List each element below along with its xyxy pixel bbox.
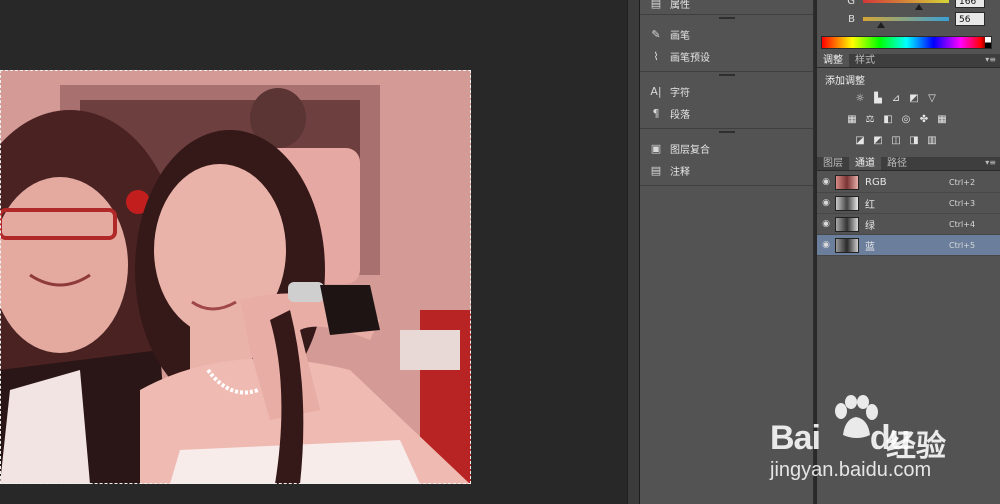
channel-name: RGB — [865, 176, 887, 188]
channel-shortcut: Ctrl+3 — [949, 198, 976, 208]
color-spectrum-bar[interactable] — [821, 36, 992, 49]
brush-panel-button[interactable]: ✎ 画笔 — [640, 23, 813, 45]
invert-icon[interactable]: ◪ — [853, 133, 867, 147]
properties-label: 属性 — [670, 0, 690, 11]
adjustments-tabbar: 调整 样式 ▾≡ — [817, 54, 1000, 68]
channels-list: ◉ RGB Ctrl+2 ◉ 红 Ctrl+3 ◉ 绿 Ctrl+4 ◉ 蓝 C… — [817, 172, 1000, 256]
channel-name: 绿 — [865, 220, 875, 232]
exposure-icon[interactable]: ◩ — [907, 91, 921, 105]
character-label: 字符 — [670, 87, 690, 99]
channel-row-rgb[interactable]: ◉ RGB Ctrl+2 — [817, 172, 1000, 193]
visibility-eye-icon[interactable]: ◉ — [817, 198, 835, 208]
panel-divider[interactable] — [627, 0, 640, 504]
paragraph-panel-button[interactable]: ¶ 段落 — [640, 102, 813, 124]
channel-shortcut: Ctrl+2 — [949, 177, 976, 187]
character-icon: A| — [650, 84, 662, 98]
brush-label: 画笔 — [670, 30, 690, 42]
selective-color-icon[interactable]: ◨ — [907, 133, 921, 147]
adjustment-icons-row-3: ◪ ◩ ◫ ◨ ▥ — [853, 133, 939, 147]
blue-slider-track[interactable] — [863, 17, 949, 28]
hue-saturation-icon[interactable]: ▦ — [845, 112, 859, 126]
levels-icon[interactable]: ▙ — [871, 91, 885, 105]
panel-menu-icon[interactable]: ▾≡ — [985, 158, 996, 167]
notes-icon: ▤ — [650, 163, 662, 177]
channel-row-red[interactable]: ◉ 红 Ctrl+3 — [817, 193, 1000, 214]
black-white-swatch[interactable] — [985, 37, 991, 48]
tab-styles[interactable]: 样式 — [849, 54, 881, 67]
channel-thumbnail — [835, 174, 859, 190]
brush-icon: ✎ — [651, 27, 661, 41]
channel-thumbnail — [835, 216, 859, 232]
channel-name: 蓝 — [865, 241, 875, 253]
photo-image — [0, 70, 471, 484]
channel-shortcut: Ctrl+4 — [949, 219, 976, 229]
visibility-eye-icon[interactable]: ◉ — [817, 177, 835, 187]
adjustment-icons-row-1: ☼ ▙ ⊿ ◩ ▽ — [853, 91, 939, 105]
posterize-icon[interactable]: ◩ — [871, 133, 885, 147]
right-panels: G 166 B 56 调整 样式 ▾≡ 添加调整 ☼ ▙ ⊿ ◩ ▽ ▦ ⚖ ◧… — [817, 0, 1000, 504]
channel-thumbnail — [835, 237, 859, 253]
channel-row-blue[interactable]: ◉ 蓝 Ctrl+5 — [817, 235, 1000, 256]
blue-slider-thumb[interactable] — [877, 22, 885, 28]
tab-layers[interactable]: 图层 — [817, 157, 849, 170]
threshold-icon[interactable]: ◫ — [889, 133, 903, 147]
panel-menu-icon[interactable]: ▾≡ — [985, 55, 996, 64]
gradient-map-icon[interactable]: ▥ — [925, 133, 939, 147]
tab-adjustments[interactable]: 调整 — [817, 54, 849, 67]
channel-row-green[interactable]: ◉ 绿 Ctrl+4 — [817, 214, 1000, 235]
green-value-field[interactable]: 166 — [955, 0, 985, 8]
photo-filter-icon[interactable]: ◎ — [899, 112, 913, 126]
visibility-eye-icon[interactable]: ◉ — [817, 240, 835, 250]
photo-illustration — [0, 70, 471, 484]
notes-label: 注释 — [670, 166, 690, 178]
channel-shortcut: Ctrl+5 — [949, 240, 976, 250]
paragraph-icon: ¶ — [652, 106, 660, 120]
channel-thumbnail — [835, 195, 859, 211]
add-adjustment-title: 添加调整 — [825, 76, 865, 87]
color-lookup-icon[interactable]: ▦ — [935, 112, 949, 126]
collapsed-panels-dock: ▤ 属性 ✎ 画笔 ⌇ 画笔预设 A| 字符 ¶ 段落 ▣ 图层复合 ▤ 注释 — [640, 0, 815, 504]
channel-name: 红 — [865, 199, 875, 211]
color-balance-icon[interactable]: ⚖ — [863, 112, 877, 126]
character-panel-button[interactable]: A| 字符 — [640, 80, 813, 102]
channel-mixer-icon[interactable]: ✤ — [917, 112, 931, 126]
curves-icon[interactable]: ⊿ — [889, 91, 903, 105]
adjustment-icons-row-2: ▦ ⚖ ◧ ◎ ✤ ▦ — [845, 112, 949, 126]
blue-label: B — [848, 13, 855, 25]
green-slider-row: G 166 — [817, 0, 1000, 10]
brightness-contrast-icon[interactable]: ☼ — [853, 91, 867, 105]
vibrance-icon[interactable]: ▽ — [925, 91, 939, 105]
black-white-icon[interactable]: ◧ — [881, 112, 895, 126]
blue-slider-row: B 56 — [817, 10, 1000, 28]
layer-comps-panel-button[interactable]: ▣ 图层复合 — [640, 137, 813, 159]
brush-presets-label: 画笔预设 — [670, 52, 710, 64]
paragraph-label: 段落 — [670, 109, 690, 121]
visibility-eye-icon[interactable]: ◉ — [817, 219, 835, 229]
document-canvas[interactable] — [0, 0, 627, 504]
tab-channels[interactable]: 通道 — [849, 157, 881, 170]
notes-panel-button[interactable]: ▤ 注释 — [640, 159, 813, 181]
properties-icon: ▤ — [650, 0, 662, 10]
brush-presets-panel-button[interactable]: ⌇ 画笔预设 — [640, 45, 813, 67]
properties-panel-button[interactable]: ▤ 属性 — [640, 0, 813, 11]
green-label: G — [847, 0, 855, 7]
layer-comps-icon: ▣ — [650, 141, 662, 155]
layers-tabbar: 图层 通道 路径 ▾≡ — [817, 157, 1000, 171]
tab-paths[interactable]: 路径 — [881, 157, 913, 170]
green-slider-track[interactable] — [863, 0, 949, 10]
brush-presets-icon: ⌇ — [653, 49, 659, 63]
blue-value-field[interactable]: 56 — [955, 12, 985, 26]
layer-comps-label: 图层复合 — [670, 144, 710, 156]
